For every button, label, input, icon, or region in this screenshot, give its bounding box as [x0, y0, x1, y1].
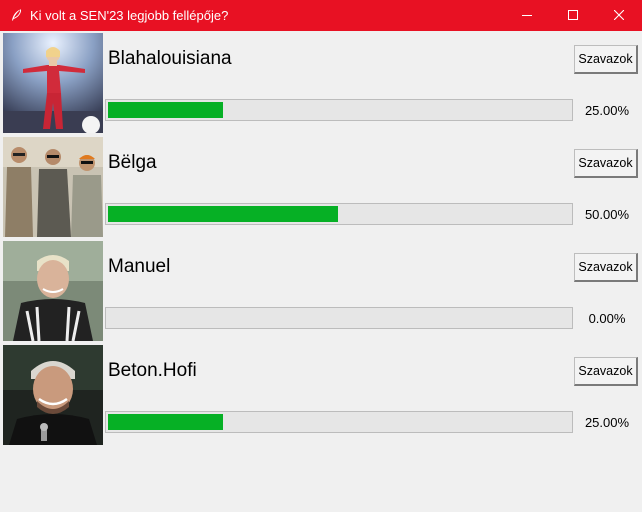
candidate-row: Manuel Szavazok 0.00%: [1, 239, 641, 343]
vote-percentage: 0.00%: [588, 311, 626, 326]
candidate-name: Bëlga: [108, 152, 157, 173]
candidate-row: Bëlga Szavazok 50.00%: [1, 135, 641, 239]
maximize-button[interactable]: [550, 0, 596, 31]
feather-icon: [12, 9, 22, 21]
candidate-name: Manuel: [108, 256, 171, 277]
candidate-row: Beton.Hofi Szavazok 25.00%: [1, 343, 641, 447]
maximize-icon: [568, 10, 578, 20]
vote-button[interactable]: Szavazok: [574, 357, 638, 386]
minimize-button[interactable]: [504, 0, 550, 31]
window-title: Ki volt a SEN'23 legjobb fellépője?: [30, 8, 229, 23]
vote-percentage: 25.00%: [584, 415, 630, 430]
vote-percentage: 25.00%: [584, 103, 630, 118]
close-button[interactable]: [596, 0, 642, 31]
candidate-photo: [3, 241, 103, 341]
vote-progress-fill: [108, 206, 338, 222]
vote-button[interactable]: Szavazok: [574, 253, 638, 282]
vote-progress-bar: [105, 307, 573, 329]
candidate-photo: [3, 345, 103, 445]
candidate-name: Blahalouisiana: [108, 48, 232, 69]
vote-button[interactable]: Szavazok: [574, 45, 638, 74]
vote-progress-fill: [108, 102, 223, 118]
minimize-icon: [522, 15, 532, 16]
vote-progress-fill: [108, 414, 223, 430]
vote-percentage: 50.00%: [584, 207, 630, 222]
candidate-photo: [3, 137, 103, 237]
vote-progress-bar: [105, 203, 573, 225]
candidate-name: Beton.Hofi: [108, 360, 197, 381]
candidate-row: Blahalouisiana Szavazok 25.00%: [1, 31, 641, 135]
vote-progress-bar: [105, 411, 573, 433]
candidate-photo: [3, 33, 103, 133]
vote-button[interactable]: Szavazok: [574, 149, 638, 178]
vote-list: Blahalouisiana Szavazok 25.00% Bëlga Sza…: [1, 31, 641, 511]
vote-progress-bar: [105, 99, 573, 121]
title-bar: Ki volt a SEN'23 legjobb fellépője?: [0, 0, 642, 31]
close-icon: [614, 10, 624, 20]
